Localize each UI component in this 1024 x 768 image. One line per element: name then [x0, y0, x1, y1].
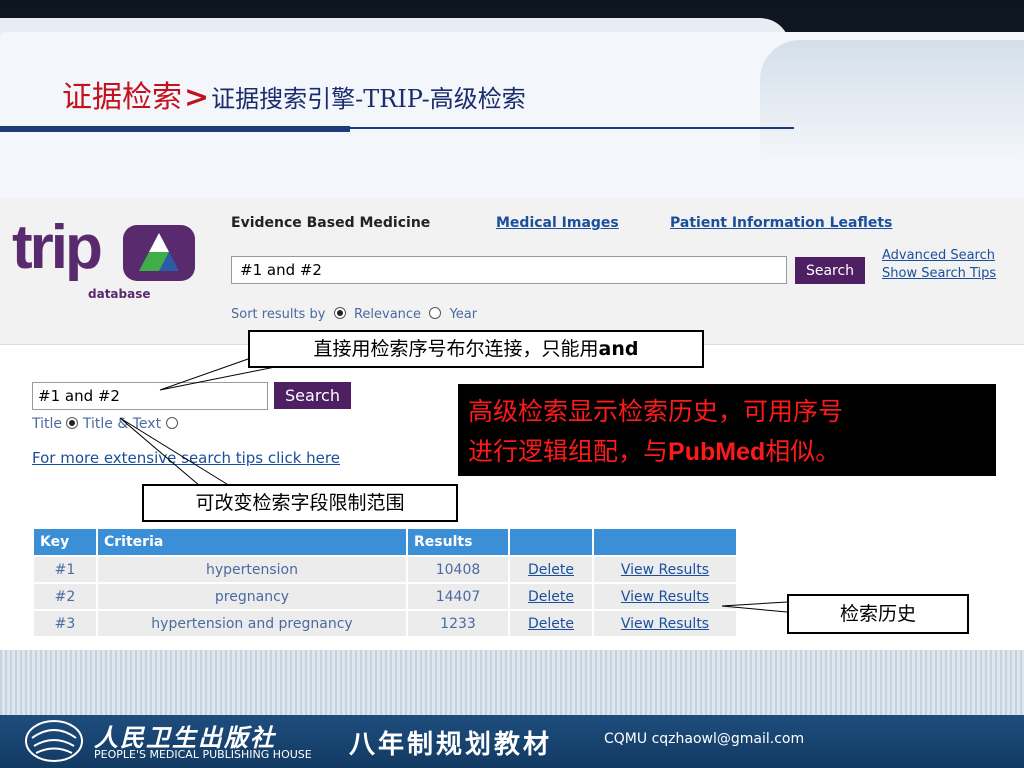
- publisher-name-en: PEOPLE'S MEDICAL PUBLISHING HOUSE: [94, 748, 312, 761]
- annotation-search-history: 检索历史: [787, 594, 969, 634]
- annotation-pubmed: PubMed: [668, 438, 766, 466]
- annotation-boolean-keyword: and: [598, 338, 639, 360]
- annotation-line-1: 高级检索显示检索历史，可用序号: [468, 397, 844, 426]
- annotation-search-field: 可改变检索字段限制范围: [142, 484, 458, 522]
- annotation-line-2c: 相似。: [765, 437, 841, 466]
- series-name: 八年制规划教材: [349, 730, 553, 760]
- annotation-line-2a: 进行逻辑组配，与: [468, 437, 669, 466]
- annotation-history-explanation: 高级检索显示检索历史，可用序号 进行逻辑组配，与PubMed相似。: [458, 384, 996, 476]
- annotation-boolean-and: 直接用检索序号布尔连接，只能用and: [248, 330, 704, 368]
- annotation-boolean-text: 直接用检索序号布尔连接，只能用: [313, 338, 599, 360]
- publisher-logo-icon: [25, 720, 83, 762]
- footer-credit: CQMU cqzhaowl@gmail.com: [604, 731, 805, 747]
- annotation-line-2: 进行逻辑组配，与PubMed相似。: [468, 432, 986, 472]
